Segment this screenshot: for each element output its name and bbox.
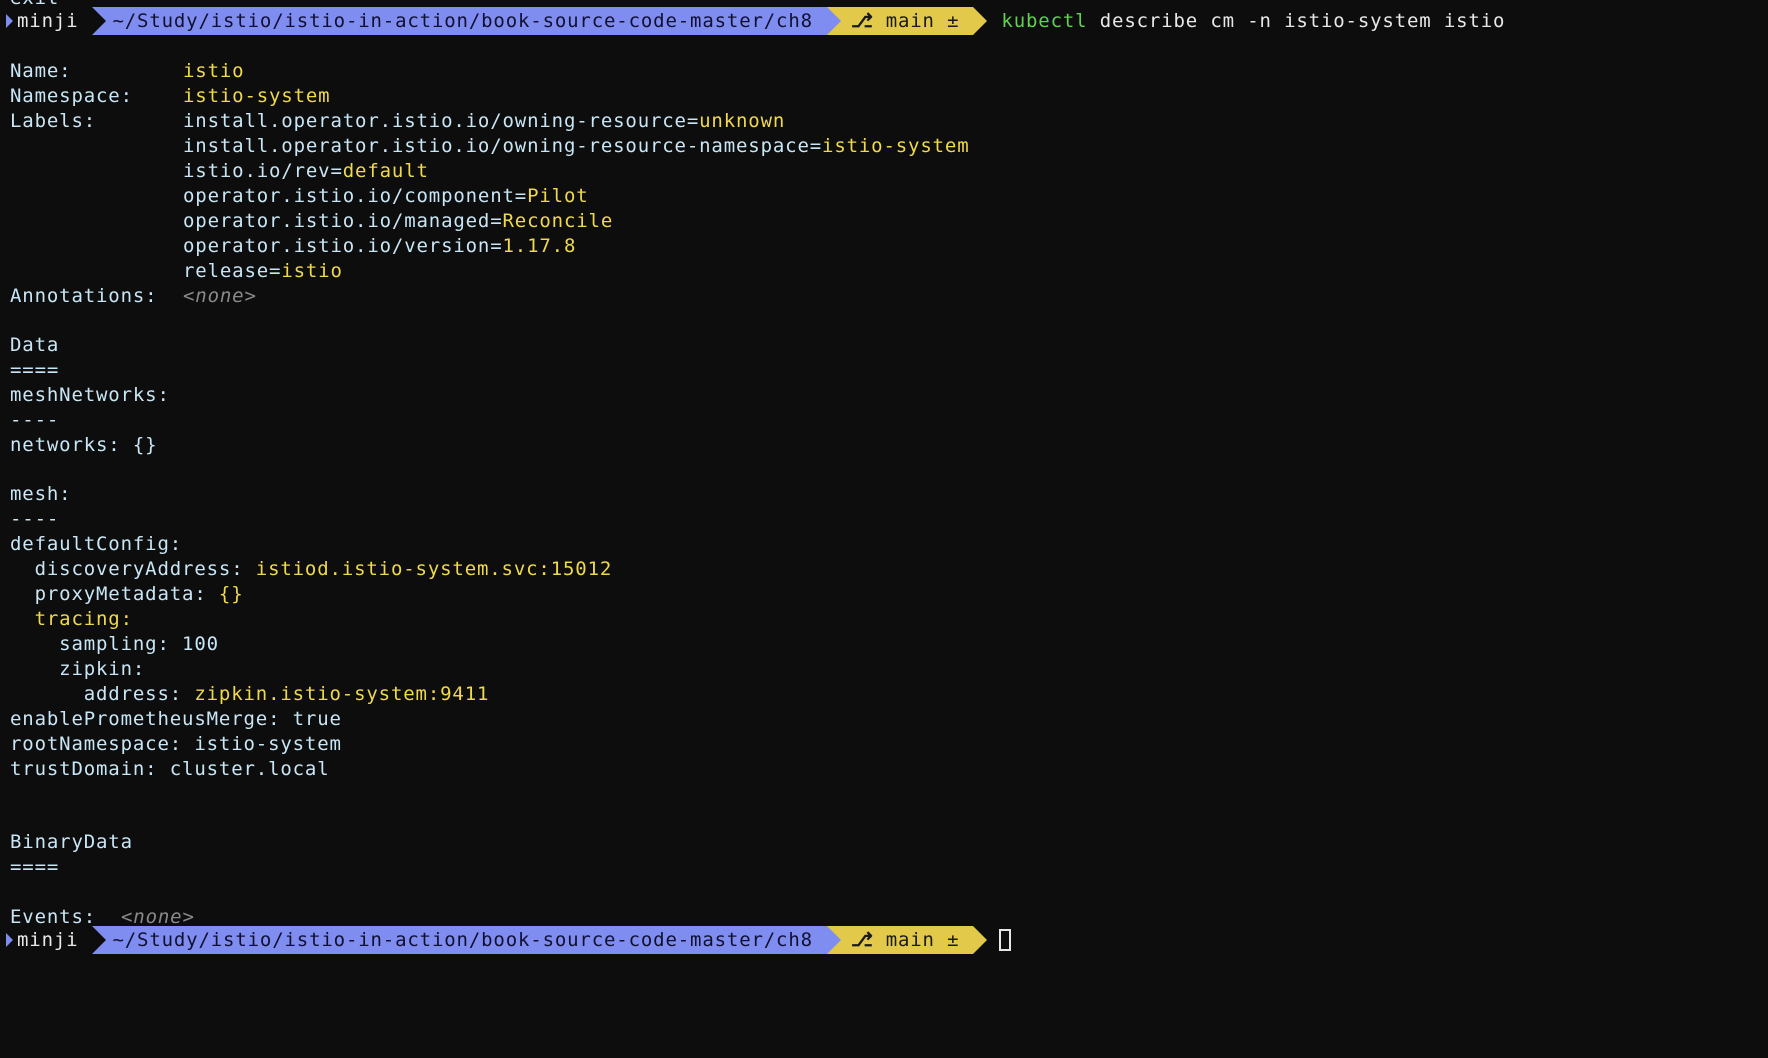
prompt-user: minji [17,10,79,32]
zipkin-address-line: address: zipkin.istio-system:9411 [10,683,490,705]
prompt-branch: main ± [885,10,960,32]
prompt-user: minji [17,929,79,951]
binarydata-rule: ==== [10,856,60,878]
prompt-path: ~/Study/istio/istio-in-action/book-sourc… [112,10,813,32]
labels-label: Labels: [10,110,97,132]
data-header: Data [10,334,60,356]
prompt-marker-icon [6,14,13,28]
prompt-user-segment: minji [0,7,93,35]
trust-domain-line: trustDomain: cluster.local [10,758,330,780]
label-entry: release=istio [183,260,343,282]
zipkin-key: zipkin: [10,658,146,680]
prompt-user-segment: minji [0,926,93,954]
powerline-separator-icon [973,926,988,954]
annotations-label: Annotations: [10,285,158,307]
label-entry: istio.io/rev=default [183,160,429,182]
powerline-separator-icon [973,7,988,35]
enable-prometheus-merge-line: enablePrometheusMerge: true [10,708,342,730]
prompt-path-segment: ~/Study/istio/istio-in-action/book-sourc… [106,926,827,954]
prompt-marker-icon [6,933,13,947]
prompt-branch: main ± [885,929,960,951]
command-args: describe cm -n istio-system istio [1099,10,1506,32]
proxy-metadata-line: proxyMetadata: {} [10,583,244,605]
name-label: Name: [10,60,72,82]
prompt-git-segment: ⎇ main ± [840,7,974,35]
root-namespace-line: rootNamespace: istio-system [10,733,342,755]
tracing-key: tracing: [10,608,133,630]
meshnetworks-rule: ---- [10,409,60,431]
annotations-value: <none> [183,285,257,307]
shell-prompt-current[interactable]: minji ~/Study/istio/istio-in-action/book… [0,926,1012,954]
binarydata-header: BinaryData [10,831,133,853]
powerline-separator-icon [92,7,107,35]
label-entry: operator.istio.io/component=Pilot [183,185,589,207]
label-entry: operator.istio.io/version=1.17.8 [183,235,577,257]
namespace-value: istio-system [183,85,331,107]
prompt-path: ~/Study/istio/istio-in-action/book-sourc… [112,929,813,951]
networks-line: networks: {} [10,434,158,456]
git-branch-icon: ⎇ [850,929,874,951]
powerline-separator-icon [92,926,107,954]
mesh-key: mesh: [10,483,72,505]
defaultconfig-key: defaultConfig: [10,533,183,555]
command-name: kubectl [1001,10,1088,32]
prompt-git-segment: ⎇ main ± [840,926,974,954]
sampling-line: sampling: 100 [10,633,219,655]
name-value: istio [183,60,245,82]
discovery-address-line: discoveryAddress: istiod.istio-system.sv… [10,558,613,580]
label-entry: install.operator.istio.io/owning-resourc… [183,135,970,157]
git-branch-icon: ⎇ [850,10,874,32]
label-entry: install.operator.istio.io/owning-resourc… [183,110,786,132]
namespace-label: Namespace: [10,85,133,107]
label-entry: operator.istio.io/managed=Reconcile [183,210,614,232]
mesh-rule: ---- [10,508,60,530]
powerline-separator-icon [826,7,841,35]
shell-prompt: minji ~/Study/istio/istio-in-action/book… [0,7,1505,35]
meshnetworks-key: meshNetworks: [10,384,170,406]
command-spacer [1087,7,1099,35]
terminal-cursor[interactable] [999,929,1012,951]
prompt-path-segment: ~/Study/istio/istio-in-action/book-sourc… [106,7,827,35]
powerline-separator-icon [826,926,841,954]
data-rule: ==== [10,359,60,381]
